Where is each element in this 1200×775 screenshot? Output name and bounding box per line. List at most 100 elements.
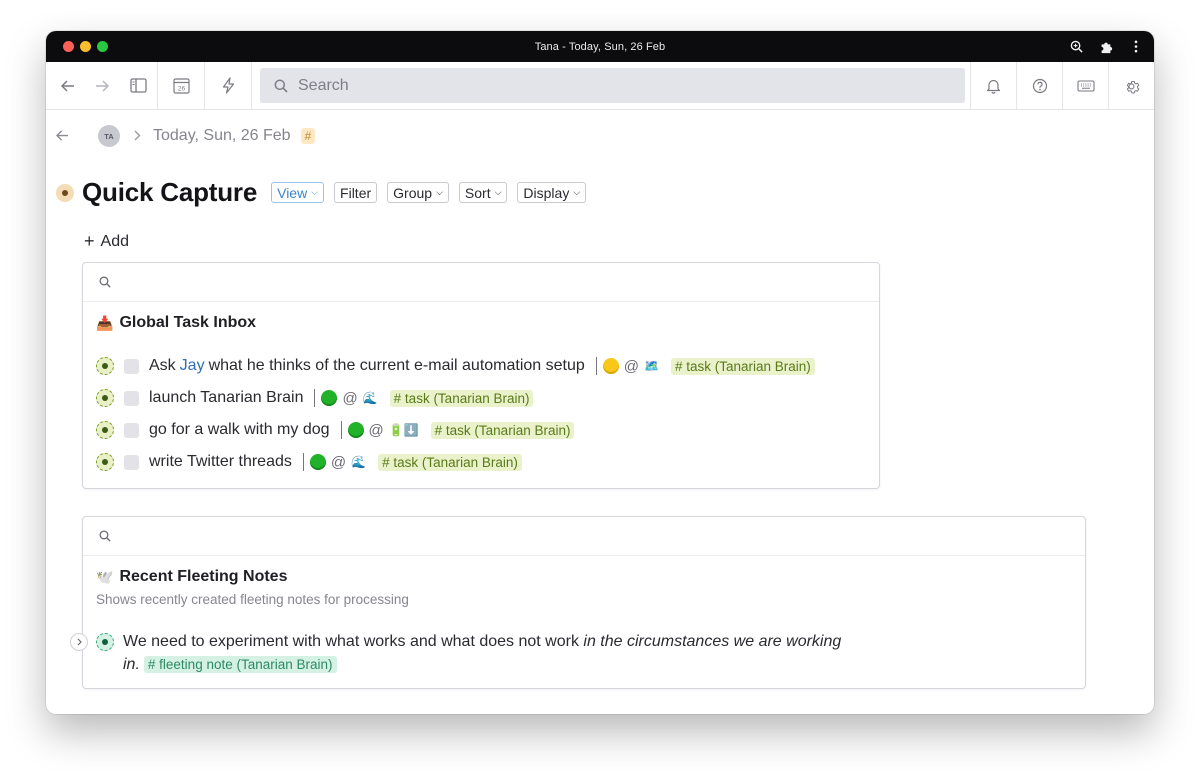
group-button[interactable]: Group ⌵ [387, 182, 449, 203]
status-green-icon[interactable] [309, 454, 326, 470]
quick-add-button[interactable] [205, 62, 251, 110]
add-button[interactable]: + Add [84, 231, 129, 252]
field-divider [595, 357, 597, 375]
today-button[interactable]: 26 [158, 62, 204, 110]
list-item[interactable]: We need to experiment with what works an… [70, 631, 1085, 676]
search-icon [274, 79, 288, 93]
day-tag-badge[interactable]: # [300, 128, 316, 144]
arrow-right-icon [96, 79, 109, 92]
workspace-avatar[interactable]: TA [98, 125, 120, 147]
task-bullet-icon[interactable] [96, 357, 114, 375]
search-bar[interactable]: Search [260, 68, 965, 103]
toolbar: 26 Search [46, 62, 1154, 110]
task-inbox-panel: 📥 Global Task Inbox Ask Jay what he thinks… [82, 262, 880, 489]
context-wave-icon[interactable]: 🌊 [363, 391, 378, 405]
view-button[interactable]: View ⌵ [271, 182, 325, 203]
chevron-down-icon: ⌵ [573, 187, 581, 197]
breadcrumb-back-button[interactable] [56, 128, 86, 145]
more-vertical-icon[interactable] [1128, 40, 1144, 53]
task-text[interactable]: launch Tanarian Brain [149, 389, 303, 407]
maximize-window-button[interactable] [97, 41, 108, 52]
close-window-button[interactable] [63, 41, 74, 52]
search-icon [99, 276, 111, 288]
task-row[interactable]: launch Tanarian Brain @ 🌊 # task (Tanari… [83, 382, 879, 414]
task-tag[interactable]: # task (Tanarian Brain) [430, 421, 575, 439]
search-input[interactable]: Search [298, 77, 349, 95]
task-row[interactable]: go for a walk with my dog @ 🔋⬇️ # task (… [83, 414, 879, 446]
add-label: Add [100, 232, 129, 250]
context-map-icon[interactable]: 🗺️ [644, 359, 659, 373]
filter-button[interactable]: Filter [334, 182, 378, 203]
task-tag[interactable]: # task (Tanarian Brain) [389, 389, 534, 407]
toolbar-right [970, 62, 1154, 110]
minimize-window-button[interactable] [80, 41, 91, 52]
context-battery-icon[interactable]: 🔋⬇️ [389, 423, 419, 437]
field-divider [340, 421, 342, 439]
context-wave-icon[interactable]: 🌊 [351, 455, 366, 469]
chevron-down-icon: ⌵ [311, 187, 319, 197]
page-title[interactable]: Quick Capture [82, 177, 257, 208]
task-bullet-icon[interactable] [96, 389, 114, 407]
task-row[interactable]: write Twitter threads @ 🌊 # task (Tanari… [83, 446, 879, 478]
zoom-icon[interactable] [1068, 40, 1084, 53]
task-inbox-search[interactable] [83, 263, 879, 302]
notifications-button[interactable] [970, 62, 1016, 110]
puzzle-icon[interactable] [1098, 40, 1114, 54]
calendar-group: 26 [158, 62, 205, 109]
task-text[interactable]: go for a walk with my dog [149, 421, 330, 439]
display-button[interactable]: Display ⌵ [517, 182, 587, 203]
back-button[interactable] [51, 62, 85, 110]
chevron-down-icon: ⌵ [494, 187, 502, 197]
at-icon: @ [342, 389, 358, 407]
task-row[interactable]: Ask Jay what he thinks of the current e-ma… [83, 350, 879, 382]
keyboard-shortcuts-button[interactable] [1062, 62, 1108, 110]
fleeting-note-tag[interactable]: # fleeting note (Tanarian Brain) [143, 655, 337, 673]
sidebar-toggle-button[interactable] [119, 62, 157, 110]
task-checkbox[interactable] [124, 422, 139, 438]
task-checkbox[interactable] [124, 358, 139, 374]
task-bullet-icon[interactable] [96, 421, 114, 439]
expand-chevron-icon[interactable] [70, 633, 88, 651]
svg-text:26: 26 [177, 86, 185, 93]
breadcrumb-date[interactable]: Today, Sun, 26 Feb [153, 127, 291, 145]
command-group [205, 62, 252, 109]
task-text[interactable]: write Twitter threads [149, 453, 292, 471]
forward-button[interactable] [85, 62, 119, 110]
task-tag[interactable]: # task (Tanarian Brain) [670, 357, 815, 375]
task-checkbox[interactable] [124, 390, 139, 406]
fleeting-notes-search[interactable] [83, 517, 1085, 556]
field-divider [314, 389, 316, 407]
search-icon [99, 530, 111, 542]
status-green-icon[interactable] [347, 422, 364, 438]
task-inbox-title[interactable]: 📥 Global Task Inbox [96, 314, 879, 332]
note-text[interactable]: We need to experiment with what works an… [123, 631, 853, 676]
help-button[interactable] [1016, 62, 1062, 110]
at-icon: @ [623, 357, 640, 375]
note-bullet-icon[interactable] [96, 633, 114, 651]
sort-button[interactable]: Sort ⌵ [458, 182, 508, 203]
at-icon: @ [368, 421, 384, 439]
chevron-down-icon: ⌵ [436, 187, 443, 197]
status-green-icon[interactable] [321, 390, 338, 406]
bell-icon [986, 79, 1001, 94]
status-yellow-icon[interactable] [602, 358, 619, 374]
breadcrumb: TA Today, Sun, 26 Feb # [56, 124, 316, 148]
task-tag[interactable]: # task (Tanarian Brain) [378, 453, 522, 471]
page-bullet-icon[interactable] [56, 183, 74, 202]
title-bar: Tana - Today, Sun, 26 Feb [46, 31, 1154, 62]
inbox-tray-icon: 📥 [96, 314, 114, 331]
settings-button[interactable] [1108, 62, 1154, 110]
task-checkbox[interactable] [124, 454, 139, 470]
fleeting-notes-description: Shows recently created fleeting notes fo… [96, 592, 409, 607]
plus-icon: + [84, 231, 95, 251]
gear-icon [1126, 80, 1140, 93]
task-text[interactable]: Ask Jay what he thinks of the current e-ma… [149, 357, 585, 375]
sidebar-icon [129, 78, 147, 93]
fleeting-notes-title[interactable]: 🕊️ Recent Fleeting Notes [96, 568, 1085, 586]
person-reference-link[interactable]: Jay [180, 357, 205, 374]
arrow-left-icon [56, 129, 68, 141]
task-bullet-icon[interactable] [96, 453, 114, 471]
field-divider [302, 453, 304, 471]
keyboard-icon [1076, 80, 1095, 92]
task-list: Ask Jay what he thinks of the current e-ma… [83, 350, 879, 478]
